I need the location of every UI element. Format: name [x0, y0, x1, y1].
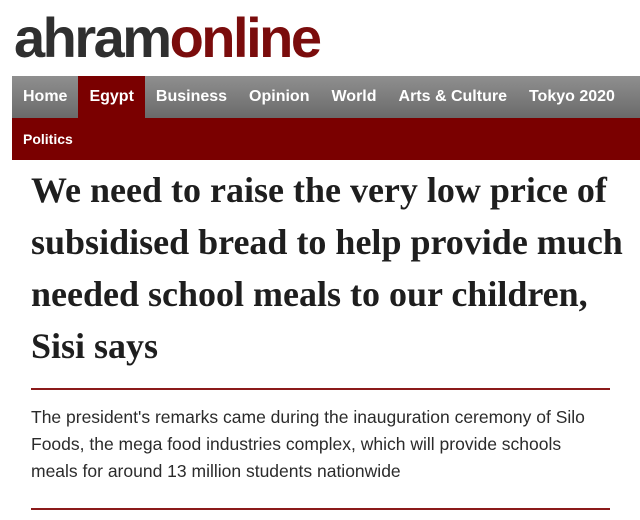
nav-item-business[interactable]: Business: [145, 76, 238, 118]
main-nav: Home Egypt Business Opinion World Arts &…: [12, 76, 640, 118]
headline-divider: [31, 388, 610, 390]
logo-ahram: ahram: [14, 6, 172, 69]
subnav-item-politics[interactable]: Politics: [12, 131, 73, 147]
nav-item-world[interactable]: World: [320, 76, 387, 118]
nav-item-arts-culture[interactable]: Arts & Culture: [388, 76, 518, 118]
article-lead: The president's remarks came during the …: [31, 407, 585, 481]
lead-divider: [31, 508, 610, 510]
nav-item-opinion[interactable]: Opinion: [238, 76, 320, 118]
article-headline: We need to raise the very low price of s…: [31, 170, 623, 366]
logo-online: online: [169, 6, 322, 69]
nav-item-home[interactable]: Home: [12, 76, 78, 118]
sub-nav: Politics: [12, 118, 640, 160]
nav-item-tokyo-2020[interactable]: Tokyo 2020: [518, 76, 626, 118]
site-logo[interactable]: ahramonline: [14, 6, 322, 70]
nav-item-egypt[interactable]: Egypt: [78, 76, 145, 118]
